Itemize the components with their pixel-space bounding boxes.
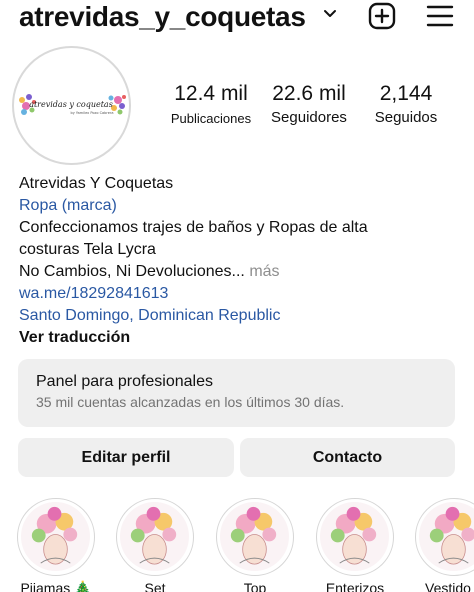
profile-category[interactable]: Ropa (marca) [19,195,459,217]
highlight-cover [415,498,474,576]
location-link[interactable]: Santo Domingo, Dominican Republic [19,305,459,327]
highlight-label: Top [243,580,267,592]
translate-link[interactable]: Ver traducción [19,327,459,349]
bio-line-2: costuras Tela Lycra [19,241,156,258]
highlight-item[interactable]: Vestido [415,498,474,592]
following-label: Seguidos [374,109,438,126]
floral-illustration-icon [220,502,289,571]
bio-line-3-wrapper: No Cambios, Ni Devoluciones... más [19,261,459,283]
highlight-item[interactable]: Enterizos [315,498,395,592]
profile-avatar[interactable]: atrevidas y coquetas by Yamilex Pozo Cab… [12,46,131,165]
following-stat[interactable]: 2,144 Seguidos [364,82,448,126]
highlight-label: Vestido [425,580,471,592]
posts-stat[interactable]: 12.4 mil Publicaciones [164,82,258,126]
posts-label: Publicaciones [170,111,252,126]
brand-logo: atrevidas y coquetas by Yamilex Pozo Cab… [19,94,126,115]
professional-dashboard[interactable]: Panel para profesionales 35 mil cuentas … [18,359,455,427]
menu-icon[interactable] [426,4,454,28]
highlight-cover [116,498,194,576]
highlight-cover [17,498,95,576]
chevron-down-icon[interactable] [323,8,337,20]
highlight-cover [316,498,394,576]
highlight-cover [216,498,294,576]
followers-stat[interactable]: 22.6 mil Seguidores [262,82,356,126]
floral-illustration-icon [419,502,474,571]
posts-count: 12.4 mil [174,82,248,105]
username[interactable]: atrevidas_y_coquetas [19,1,306,33]
dashboard-title: Panel para profesionales [36,373,214,390]
floral-illustration-icon [320,502,389,571]
following-count: 2,144 [379,82,433,105]
logo-text: atrevidas y coquetas [29,100,113,109]
contact-button[interactable]: Contacto [240,438,455,477]
logo-tagline: by Yamilex Pozo Cabrera [71,111,114,115]
highlight-item[interactable]: Pijamas 🎄 [16,498,96,592]
followers-label: Seguidores [271,109,347,126]
followers-count: 22.6 mil [272,82,346,105]
bio-line-3: No Cambios, Ni Devoluciones... [19,263,245,280]
profile-header: atrevidas_y_coquetas [0,0,474,34]
highlight-item[interactable]: Set [115,498,195,592]
highlight-label: Set [144,580,166,592]
bio-line-1: Confeccionamos trajes de baños y Ropas d… [19,219,368,236]
create-post-icon[interactable] [368,2,396,30]
floral-illustration-icon [120,502,189,571]
highlight-item[interactable]: Top [215,498,295,592]
floral-illustration-icon [21,502,90,571]
website-link[interactable]: wa.me/18292841613 [19,283,459,305]
profile-name: Atrevidas Y Coquetas [19,175,174,192]
highlight-label: Pijamas 🎄 [20,580,92,592]
edit-profile-button[interactable]: Editar perfil [18,438,234,477]
profile-bio: Atrevidas Y Coquetas Ropa (marca) Confec… [19,173,459,349]
more-link[interactable]: más [249,263,279,280]
highlight-label: Enterizos [325,580,385,592]
dashboard-subtitle: 35 mil cuentas alcanzadas en los últimos… [36,394,345,410]
